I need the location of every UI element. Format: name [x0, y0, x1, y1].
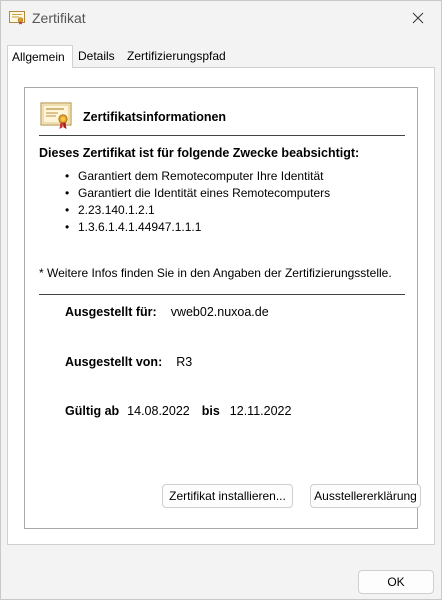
- tab-details[interactable]: Details: [74, 47, 122, 67]
- certificate-icon: [40, 102, 72, 129]
- valid-from-value: 14.08.2022: [127, 404, 190, 418]
- valid-from-label: Gültig ab: [65, 404, 120, 418]
- divider: [39, 135, 405, 136]
- window-title: Zertifikat: [32, 10, 86, 26]
- purpose-item: Garantiert die Identität eines Remotecom…: [65, 185, 330, 202]
- ok-button[interactable]: OK: [358, 570, 434, 594]
- close-button[interactable]: [395, 1, 441, 35]
- issued-to-label: Ausgestellt für:: [65, 305, 157, 319]
- general-tab-panel: Zertifikatsinformationen Dieses Zertifik…: [7, 67, 435, 545]
- divider: [39, 294, 405, 295]
- issued-by-label: Ausgestellt von:: [65, 355, 163, 369]
- certificate-info-box: Zertifikatsinformationen Dieses Zertifik…: [24, 87, 418, 529]
- purpose-item: 2.23.140.1.2.1: [65, 202, 330, 219]
- valid-to-label: bis: [201, 404, 220, 418]
- certificate-info-heading: Zertifikatsinformationen: [83, 110, 227, 124]
- purpose-item: Garantiert dem Remotecomputer Ihre Ident…: [65, 168, 330, 185]
- issued-by-value: R3: [176, 355, 193, 369]
- purpose-heading: Dieses Zertifikat ist für folgende Zweck…: [39, 146, 360, 160]
- validity-row: Gültig ab 14.08.2022 bis 12.11.2022: [65, 404, 291, 418]
- issuer-statement-note: * Weitere Infos finden Sie in den Angabe…: [39, 266, 392, 280]
- certificate-icon: [9, 11, 25, 25]
- dialog-footer: OK: [1, 545, 441, 599]
- issued-by-row: Ausgestellt von: R3: [65, 355, 192, 369]
- issued-to-row: Ausgestellt für: vweb02.nuxoa.de: [65, 305, 269, 319]
- purpose-list: Garantiert dem Remotecomputer Ihre Ident…: [65, 168, 330, 236]
- title-bar: Zertifikat: [1, 1, 441, 35]
- valid-to-value: 12.11.2022: [229, 404, 292, 418]
- tab-certification-path[interactable]: Zertifizierungspfad: [123, 47, 237, 67]
- purpose-item: 1.3.6.1.4.1.44947.1.1.1: [65, 219, 330, 236]
- certificate-dialog: Zertifikat Allgemein Details Zertifizier…: [0, 0, 442, 600]
- issued-to-value: vweb02.nuxoa.de: [170, 305, 269, 319]
- issuer-statement-button[interactable]: Ausstellererklärung: [310, 484, 421, 508]
- close-icon: [412, 12, 424, 24]
- tab-general[interactable]: Allgemein: [7, 45, 73, 68]
- install-certificate-button[interactable]: Zertifikat installieren...: [162, 484, 293, 508]
